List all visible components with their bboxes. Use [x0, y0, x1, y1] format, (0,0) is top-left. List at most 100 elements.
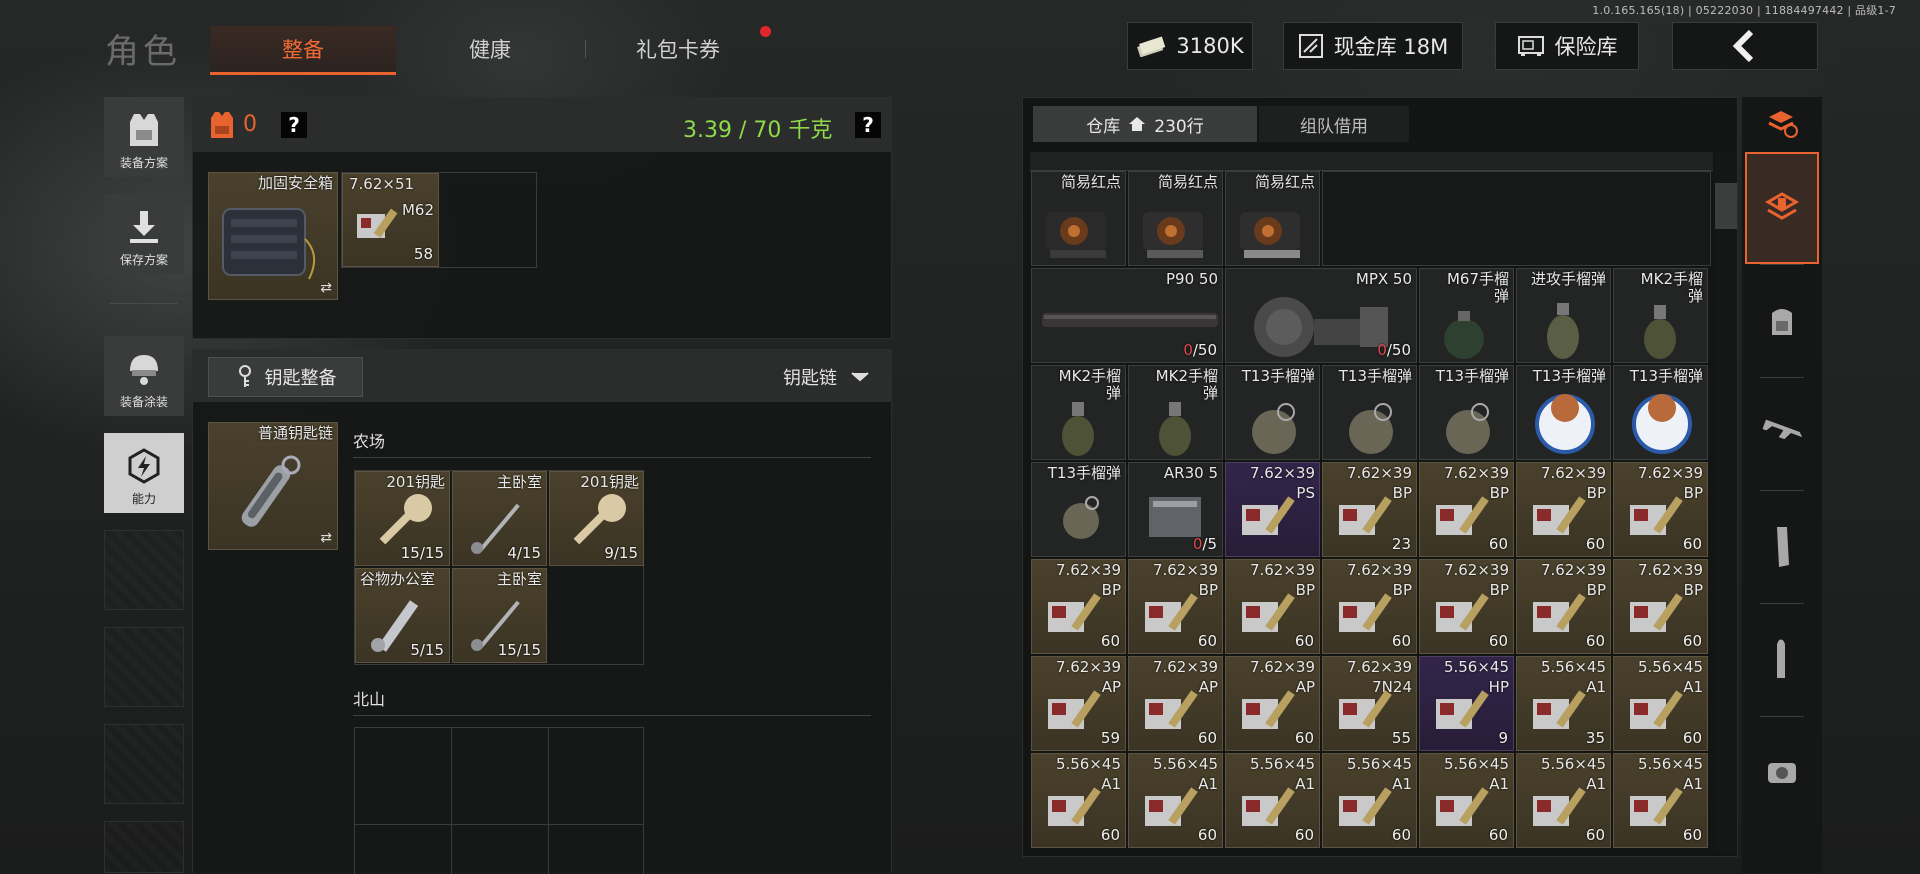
partial-row [1030, 152, 1713, 171]
back-button[interactable] [1672, 22, 1818, 70]
section-divider [353, 715, 871, 716]
warehouse-item[interactable]: M67手榴 弹 [1419, 268, 1514, 363]
warehouse-item[interactable]: MK2手榴 弹 [1128, 365, 1223, 460]
warehouse-item[interactable]: 7.62×39 BP 60 [1225, 559, 1320, 654]
save-plan-button[interactable]: 保存方案 [104, 194, 184, 274]
warehouse-item[interactable]: 5.56×45 HP 9 [1419, 656, 1514, 751]
category-attachment-button[interactable] [1745, 717, 1819, 829]
warehouse-item[interactable]: T13手榴弹 [1516, 365, 1611, 460]
ammo-box-icon [1630, 787, 1683, 826]
magazine-icon [1149, 497, 1201, 537]
warehouse-item[interactable]: 5.56×45 A1 60 [1516, 753, 1611, 848]
category-backpack-button[interactable] [1745, 265, 1819, 377]
warehouse-item[interactable]: 7.62×39 BP 23 [1322, 462, 1417, 557]
warehouse-item[interactable]: MK2手榴 弹 [1613, 268, 1708, 363]
safe-button[interactable]: 保险库 [1495, 22, 1639, 70]
swap-icon[interactable]: ⇄ [320, 530, 332, 546]
warehouse-item[interactable]: 5.56×45 A1 60 [1128, 753, 1223, 848]
warehouse-item[interactable]: AR30 5 0/5 [1128, 462, 1223, 557]
key-item[interactable]: 主卧室 4/15 [452, 471, 547, 566]
warehouse-item[interactable]: 7.62×39 AP 59 [1031, 656, 1126, 751]
item-count: 60 [1585, 632, 1605, 650]
secure-case-name: 加固安全箱 [257, 174, 333, 192]
grenade-icon [1547, 303, 1579, 359]
warehouse-item[interactable]: 简易红点 [1128, 171, 1223, 266]
scrollbar-thumb[interactable] [1715, 183, 1737, 229]
warehouse-item[interactable]: 7.62×39 BP 60 [1128, 559, 1223, 654]
warehouse-item[interactable]: 7.62×39 BP 60 [1419, 462, 1514, 557]
item-name: 进攻手榴弹 [1530, 270, 1606, 288]
warehouse-item[interactable]: MPX 50 0/50 [1225, 268, 1417, 363]
warehouse-item[interactable]: 进攻手榴弹 [1516, 268, 1611, 363]
key-item[interactable]: 201钥匙 15/15 [355, 471, 450, 566]
loadout-plan-button[interactable]: 装备方案 [104, 97, 184, 177]
tab-loadout[interactable]: 整备 [210, 26, 396, 75]
warehouse-item[interactable]: 7.62×39 BP 60 [1613, 462, 1708, 557]
ammo-box-icon [1436, 496, 1489, 535]
category-ammo-button[interactable] [1745, 604, 1819, 716]
warehouse-item[interactable]: 5.56×45 A1 60 [1613, 656, 1708, 751]
warehouse-item[interactable]: 7.62×39 BP 60 [1419, 559, 1514, 654]
warehouse-item[interactable]: T13手榴弹 [1031, 462, 1126, 557]
ammo-box-icon [1436, 593, 1489, 632]
warehouse-item[interactable]: 7.62×39 BP 60 [1516, 559, 1611, 654]
armor-help-button[interactable]: ? [281, 112, 307, 138]
empty-sidebar-slot [104, 627, 184, 707]
warehouse-item[interactable]: 7.62×39 BP 60 [1031, 559, 1126, 654]
warehouse-scrollbar[interactable] [1715, 152, 1737, 852]
download-icon [130, 211, 158, 243]
warehouse-item[interactable]: 7.62×39 BP 60 [1516, 462, 1611, 557]
empty-cells [1322, 171, 1711, 266]
keychain-slot[interactable]: 普通钥匙链 ⇄ [208, 422, 338, 550]
key-item[interactable]: 谷物办公室 5/15 [355, 568, 450, 663]
team-borrow-tab[interactable]: 组队借用 [1259, 106, 1409, 142]
gear-skin-button[interactable]: 装备涂装 [104, 336, 184, 416]
category-weapon-button[interactable] [1745, 378, 1819, 490]
warehouse-item[interactable]: 简易红点 [1031, 171, 1126, 266]
warehouse-item[interactable]: 7.62×39 7N24 55 [1322, 656, 1417, 751]
warehouse-item[interactable]: 简易红点 [1225, 171, 1320, 266]
warehouse-item[interactable]: 7.62×39 BP 60 [1322, 559, 1417, 654]
warehouse-tab[interactable]: 仓库 230行 [1033, 106, 1257, 142]
warehouse-item[interactable]: T13手榴弹 [1225, 365, 1320, 460]
sort-button[interactable] [1745, 97, 1819, 151]
weight-help-button[interactable]: ? [855, 112, 881, 138]
warehouse-item[interactable]: 5.56×45 A1 60 [1419, 753, 1514, 848]
warehouse-item[interactable]: P90 50 0/50 [1031, 268, 1223, 363]
item-count: 60 [1391, 826, 1411, 844]
warehouse-item[interactable]: 5.56×45 A1 60 [1613, 753, 1708, 848]
item-count: 0/5 [1192, 535, 1217, 553]
cash-vault-button[interactable]: 现金库 18M [1283, 22, 1463, 70]
warehouse-item[interactable]: 7.62×39 AP 60 [1225, 656, 1320, 751]
swap-icon[interactable]: ⇄ [320, 280, 332, 296]
warehouse-item[interactable]: T13手榴弹 [1419, 365, 1514, 460]
secure-case-slot[interactable]: 加固安全箱 ⇄ [208, 172, 338, 300]
warehouse-item[interactable]: 5.56×45 A1 35 [1516, 656, 1611, 751]
ability-button[interactable]: 能力 [104, 433, 184, 513]
warehouse-item[interactable]: 7.62×39 AP 60 [1128, 656, 1223, 751]
warehouse-item[interactable]: 5.56×45 A1 60 [1225, 753, 1320, 848]
north-keys-grid [354, 727, 644, 874]
warehouse-item[interactable]: 5.56×45 A1 60 [1031, 753, 1126, 848]
key-item[interactable]: 201钥匙 9/15 [549, 471, 644, 566]
ammo-box-icon [1048, 690, 1101, 729]
warehouse-item[interactable]: 7.62×39 PS [1225, 462, 1320, 557]
keychain-dropdown[interactable]: 钥匙链 [783, 364, 869, 390]
rifle-icon [1762, 419, 1803, 440]
warehouse-item[interactable]: 7.62×39 BP 60 [1613, 559, 1708, 654]
key-item[interactable]: 主卧室 15/15 [452, 568, 547, 663]
ammo-count: 58 [413, 245, 433, 263]
tab-health[interactable]: 健康 [420, 26, 560, 72]
warehouse-item[interactable]: T13手榴弹 [1613, 365, 1708, 460]
item-count: 9 [1498, 729, 1508, 747]
item-count: 60 [1100, 826, 1120, 844]
warehouse-item[interactable]: MK2手榴 弹 [1031, 365, 1126, 460]
ammo-box-icon [1339, 593, 1392, 632]
tab-gift-vouchers[interactable]: 礼包卡券 [600, 26, 756, 72]
category-magazine-button[interactable] [1745, 491, 1819, 603]
warehouse-item[interactable]: T13手榴弹 [1322, 365, 1417, 460]
category-all-button[interactable] [1745, 152, 1819, 264]
warehouse-item[interactable]: 5.56×45 A1 60 [1322, 753, 1417, 848]
keys-loadout-button[interactable]: 钥匙整备 [208, 357, 363, 397]
ammo-m62-item[interactable]: 7.62×51 M62 58 [342, 173, 439, 267]
